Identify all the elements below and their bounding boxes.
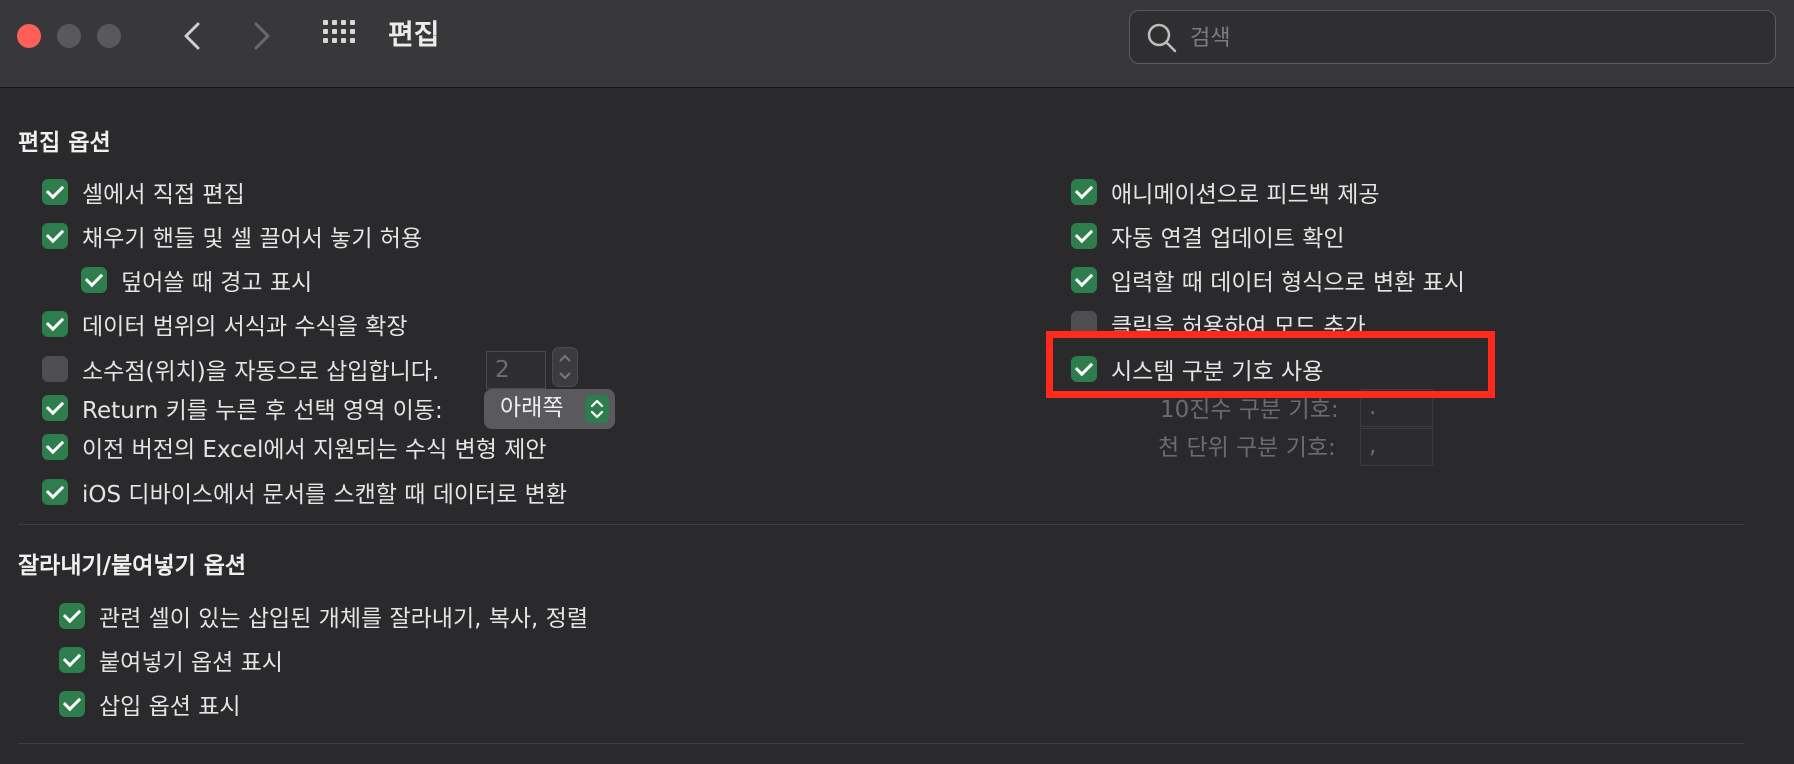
option-extend-formats[interactable]: 데이터 범위의 서식과 수식을 확장: [42, 307, 407, 341]
section-title-cut-paste-options: 잘라내기/붙여넣기 옵션: [18, 553, 247, 579]
direction-popup-value: 아래쪽: [500, 395, 564, 421]
checkbox[interactable]: [59, 647, 85, 673]
section-divider: [18, 524, 1744, 525]
thousands-separator-label: 천 단위 구분 기호:: [1158, 435, 1336, 461]
option-label: 붙여넣기 옵션 표시: [99, 650, 283, 676]
option-label: 애니메이션으로 피드백 제공: [1111, 182, 1380, 208]
checkbox[interactable]: [1071, 267, 1097, 293]
option-show-data-type-conversion[interactable]: 입력할 때 데이터 형식으로 변환 표시: [1071, 263, 1465, 297]
option-label: 이전 버전의 Excel에서 지원되는 수식 변형 제안: [82, 437, 547, 463]
option-label: 소수점(위치)을 자동으로 삽입합니다.: [82, 359, 440, 385]
checkbox[interactable]: [81, 267, 107, 293]
checkbox[interactable]: [42, 223, 68, 249]
search-box[interactable]: [1129, 10, 1776, 64]
option-alert-before-overwrite[interactable]: 덮어쓸 때 경고 표시: [81, 263, 312, 297]
chevron-right-icon: [254, 22, 270, 50]
search-input[interactable]: [1188, 19, 1762, 57]
checkbox[interactable]: [59, 603, 85, 629]
window-title: 편집: [388, 18, 440, 51]
checkbox[interactable]: [42, 434, 68, 460]
thousands-separator-field[interactable]: ,: [1360, 428, 1433, 466]
option-label: 덮어쓸 때 경고 표시: [121, 270, 313, 296]
chevron-left-icon: [184, 22, 200, 50]
option-label: 삽입 옵션 표시: [99, 694, 241, 720]
checkbox[interactable]: [42, 395, 68, 421]
option-label: Return 키를 누른 후 선택 영역 이동:: [82, 398, 443, 424]
option-auto-decimal[interactable]: 소수점(위치)을 자동으로 삽입합니다.: [42, 352, 439, 386]
direction-popup[interactable]: 아래쪽: [484, 389, 615, 429]
checkbox[interactable]: [42, 356, 68, 382]
decimal-places-field[interactable]: 2: [486, 351, 546, 389]
option-label: 입력할 때 데이터 형식으로 변환 표시: [1111, 270, 1465, 296]
option-cut-copy-sort-objects[interactable]: 관련 셀이 있는 삽입된 개체를 잘라내기, 복사, 정렬: [59, 599, 588, 633]
option-label: 채우기 핸들 및 셀 끌어서 놓기 허용: [82, 226, 423, 252]
option-label: 데이터 범위의 서식과 수식을 확장: [82, 314, 408, 340]
minimize-window-button[interactable]: [57, 24, 81, 48]
popup-arrows-icon: [585, 395, 609, 423]
back-button[interactable]: [178, 18, 206, 54]
option-label: 관련 셀이 있는 삽입된 개체를 잘라내기, 복사, 정렬: [99, 606, 588, 632]
zoom-window-button[interactable]: [97, 24, 121, 48]
stepper-down-icon[interactable]: [558, 371, 572, 381]
section-title-edit-options: 편집 옵션: [18, 130, 111, 156]
decimal-places-stepper[interactable]: [552, 347, 578, 387]
option-label: 자동 연결 업데이트 확인: [1111, 226, 1345, 252]
stepper-up-icon[interactable]: [558, 353, 572, 363]
option-convert-scanned-data[interactable]: iOS 디바이스에서 문서를 스캔할 때 데이터로 변환: [42, 475, 567, 509]
option-allow-fill-handle[interactable]: 채우기 핸들 및 셀 끌어서 놓기 허용: [42, 219, 422, 253]
option-show-paste-options[interactable]: 붙여넣기 옵션 표시: [59, 643, 283, 677]
checkbox[interactable]: [42, 311, 68, 337]
checkbox[interactable]: [1071, 179, 1097, 205]
option-animate-feedback[interactable]: 애니메이션으로 피드백 제공: [1071, 175, 1380, 209]
close-window-button[interactable]: [17, 24, 41, 48]
section-divider: [18, 743, 1744, 744]
option-label: iOS 디바이스에서 문서를 스캔할 때 데이터로 변환: [82, 482, 567, 508]
checkbox[interactable]: [1071, 223, 1097, 249]
option-move-selection-after-return[interactable]: Return 키를 누른 후 선택 영역 이동:: [42, 391, 443, 425]
checkbox[interactable]: [42, 479, 68, 505]
option-check-link-updates[interactable]: 자동 연결 업데이트 확인: [1071, 219, 1345, 253]
checkbox[interactable]: [42, 179, 68, 205]
show-all-grid-icon[interactable]: [323, 20, 359, 52]
option-label: 셀에서 직접 편집: [82, 182, 245, 208]
decimal-separator-label: 10진수 구분 기호:: [1160, 397, 1339, 423]
checkbox[interactable]: [59, 691, 85, 717]
highlight-box: [1046, 331, 1495, 398]
search-icon: [1147, 23, 1177, 53]
option-edit-directly-in-cell[interactable]: 셀에서 직접 편집: [42, 175, 245, 209]
title-bar: 편집: [0, 0, 1794, 88]
option-show-insert-options[interactable]: 삽입 옵션 표시: [59, 687, 241, 721]
option-suggest-compatible-formulas[interactable]: 이전 버전의 Excel에서 지원되는 수식 변형 제안: [42, 430, 547, 464]
forward-button[interactable]: [248, 18, 276, 54]
